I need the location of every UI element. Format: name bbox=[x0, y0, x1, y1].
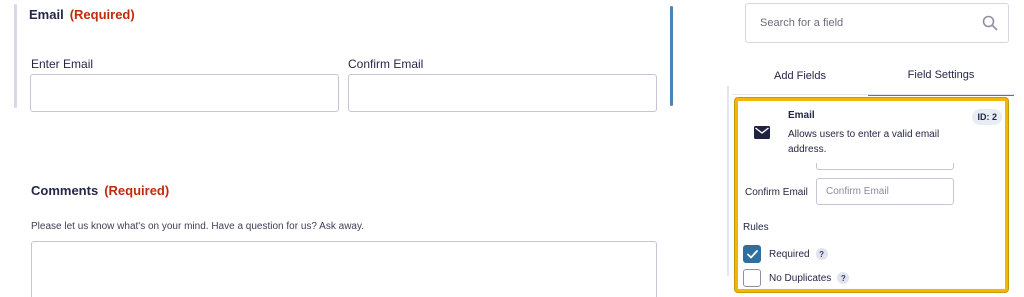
envelope-icon bbox=[754, 126, 770, 139]
field-search-box[interactable]: Search for a field bbox=[745, 3, 1009, 43]
enter-email-placeholder-input[interactable] bbox=[816, 163, 954, 170]
field-search-input[interactable]: Search for a field bbox=[760, 17, 843, 29]
tabs-divider bbox=[732, 94, 1014, 95]
enter-email-label: Enter Email bbox=[31, 57, 94, 71]
comments-field-title: Comments (Required) bbox=[31, 183, 169, 198]
field-selected-indicator bbox=[670, 6, 673, 106]
confirm-email-placeholder-text: Confirm Email bbox=[826, 186, 889, 197]
field-id-badge: ID: 2 bbox=[972, 109, 1002, 125]
required-help-icon[interactable]: ? bbox=[815, 248, 828, 260]
settings-panel: Search for a field Add Fields Field Sett… bbox=[732, 0, 1024, 297]
comments-title-text: Comments bbox=[31, 183, 99, 198]
rule-no-duplicates-row[interactable]: No Duplicates ? bbox=[743, 269, 850, 287]
tab-field-settings[interactable]: Field Settings bbox=[868, 56, 1014, 96]
panel-tabs: Add Fields Field Settings bbox=[732, 56, 1014, 96]
comments-textarea[interactable] bbox=[31, 241, 657, 297]
no-duplicates-checkbox[interactable] bbox=[743, 269, 761, 287]
rules-heading: Rules bbox=[743, 222, 769, 233]
form-canvas: Email (Required) Enter Email Confirm Emai… bbox=[0, 0, 729, 297]
field-settings-highlight: Email Allows users to enter a valid emai… bbox=[735, 98, 1008, 292]
no-duplicates-help-icon[interactable]: ? bbox=[837, 272, 850, 284]
comments-required-label: (Required) bbox=[104, 183, 170, 198]
email-field-title: Email (Required) bbox=[29, 7, 135, 22]
confirm-email-setting-label: Confirm Email bbox=[745, 187, 808, 198]
no-duplicates-label: No Duplicates bbox=[769, 272, 832, 284]
email-required-label: (Required) bbox=[69, 7, 135, 22]
confirm-email-label: Confirm Email bbox=[348, 57, 424, 71]
confirm-email-input[interactable] bbox=[348, 74, 657, 112]
search-icon[interactable] bbox=[982, 15, 998, 31]
field-left-rule bbox=[14, 4, 17, 108]
checkmark-icon bbox=[746, 249, 758, 258]
canvas-scrollbar[interactable] bbox=[727, 86, 729, 276]
confirm-email-placeholder-input[interactable]: Confirm Email bbox=[816, 178, 954, 205]
tab-add-fields[interactable]: Add Fields bbox=[732, 56, 868, 96]
enter-email-input[interactable] bbox=[30, 74, 339, 112]
email-title-text: Email bbox=[29, 7, 64, 22]
required-label: Required bbox=[769, 248, 810, 260]
field-type-description: Allows users to enter a valid email addr… bbox=[788, 129, 940, 155]
field-type-title: Email bbox=[788, 110, 815, 121]
comments-description: Please let us know what's on your mind. … bbox=[31, 221, 365, 232]
email-field-block[interactable]: Email (Required) Enter Email Confirm Emai… bbox=[14, 0, 674, 112]
rule-required-row[interactable]: Required ? bbox=[743, 245, 828, 263]
required-checkbox[interactable] bbox=[743, 245, 761, 263]
